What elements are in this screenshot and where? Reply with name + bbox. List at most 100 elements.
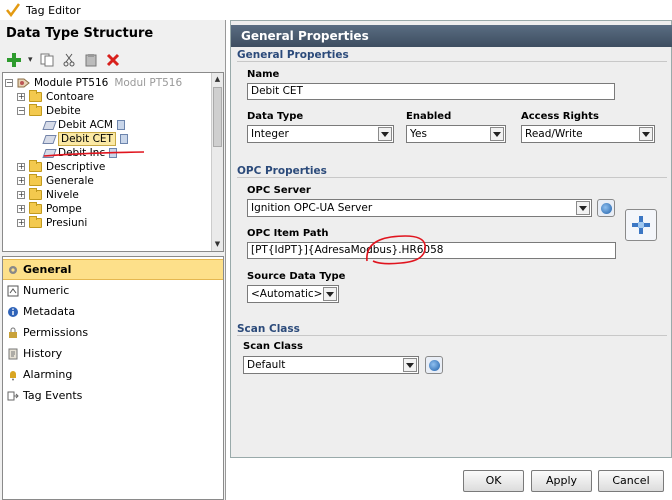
tree-item-label: Debite <box>46 104 81 117</box>
nav-item-alarming[interactable]: Alarming <box>3 364 223 385</box>
expand-icon[interactable]: + <box>17 190 25 199</box>
enabled-select[interactable]: Yes <box>406 125 506 143</box>
chevron-down-icon[interactable] <box>639 127 653 141</box>
browse-crosshair-icon <box>632 216 650 234</box>
collapse-icon[interactable]: − <box>17 106 25 115</box>
chevron-down-icon[interactable] <box>490 127 504 141</box>
left-pane: Data Type Structure ▾ − Module PT516 Mod… <box>0 20 226 500</box>
ok-button-label: OK <box>485 474 502 487</box>
nav-item-permissions[interactable]: Permissions <box>3 322 223 343</box>
tree-item-label: Generale <box>46 174 94 187</box>
tree-item-folder[interactable]: + Contoare <box>17 89 94 103</box>
scan-class-select[interactable]: Default <box>243 356 419 374</box>
data-type-select[interactable]: Integer <box>247 125 394 143</box>
scroll-up-icon[interactable]: ▲ <box>213 74 222 84</box>
history-icon <box>7 348 19 360</box>
name-label: Name <box>247 69 280 80</box>
opc-item-path-field[interactable]: [PT{IdPT}]{AdresaModbus}.HR6058 <box>247 242 616 259</box>
data-type-label: Data Type <box>247 111 304 122</box>
opc-server-select[interactable]: Ignition OPC-UA Server <box>247 199 592 217</box>
numeric-icon <box>7 285 19 297</box>
ok-button[interactable]: OK <box>463 470 524 492</box>
scan-class-label: Scan Class <box>243 341 303 352</box>
nav-item-tag-events[interactable]: Tag Events <box>3 385 223 406</box>
tree-item-label: Presiuni <box>46 216 88 229</box>
collapse-icon[interactable]: − <box>5 78 13 87</box>
expand-icon[interactable]: + <box>17 218 25 227</box>
nav-item-numeric[interactable]: Numeric <box>3 280 223 301</box>
tree-item-folder[interactable]: + Generale <box>17 173 94 187</box>
source-data-type-label: Source Data Type <box>247 271 346 282</box>
udt-gear-icon <box>17 77 30 88</box>
tag-icon <box>43 120 55 130</box>
opc-server-refresh-button[interactable] <box>597 199 615 217</box>
tree-item-folder[interactable]: + Nivele <box>17 187 79 201</box>
copy-icon[interactable] <box>39 52 55 68</box>
nav-item-label: History <box>23 347 63 360</box>
tree-toolbar: ▾ <box>6 50 121 70</box>
add-dropdown-icon[interactable]: ▾ <box>28 55 33 65</box>
chevron-down-icon[interactable] <box>576 201 590 215</box>
tree-item-sublabel: Modul PT516 <box>114 76 183 89</box>
nav-item-metadata[interactable]: Metadata <box>3 301 223 322</box>
tree-item-folder[interactable]: + Presiuni <box>17 215 88 229</box>
expand-icon[interactable]: + <box>17 204 25 213</box>
source-data-type-select[interactable]: <Automatic> <box>247 285 339 303</box>
chevron-down-icon[interactable] <box>403 358 417 372</box>
add-icon[interactable] <box>6 52 22 68</box>
tree-item-folder[interactable]: − Debite <box>17 103 81 117</box>
tree-item-folder[interactable]: + Descriptive <box>17 159 105 173</box>
access-rights-value: Read/Write <box>525 128 583 140</box>
data-type-value: Integer <box>251 128 289 140</box>
tree-item-label: Debit Inc <box>58 146 106 159</box>
delete-icon[interactable] <box>105 52 121 68</box>
nav-item-label: General <box>23 263 72 276</box>
cancel-button-label: Cancel <box>612 474 650 487</box>
expand-icon[interactable]: + <box>17 92 25 101</box>
globe-icon <box>428 359 440 371</box>
tag-icon <box>43 148 55 158</box>
tree-item-folder[interactable]: + Pompe <box>17 201 82 215</box>
window-title: Tag Editor <box>26 3 81 17</box>
scroll-down-icon[interactable]: ▼ <box>213 239 222 249</box>
apply-button[interactable]: Apply <box>531 470 592 492</box>
paste-icon[interactable] <box>83 52 99 68</box>
document-icon <box>119 133 128 144</box>
properties-pane: General Properties General Properties Na… <box>230 20 672 458</box>
section-scan-title: Scan Class <box>237 323 300 335</box>
tag-tree[interactable]: − Module PT516 Modul PT516 + Contoare − … <box>2 72 224 252</box>
expand-icon[interactable]: + <box>17 162 25 171</box>
tree-item-module[interactable]: − Module PT516 Modul PT516 <box>5 76 182 89</box>
title-bar: Tag Editor <box>0 0 672 20</box>
gear-icon <box>7 264 19 276</box>
nav-item-general[interactable]: General <box>3 259 223 280</box>
property-category-list: General Numeric Metadata Permissions His… <box>2 256 224 500</box>
tree-item-tag[interactable]: Debit Inc <box>43 146 118 159</box>
chevron-down-icon[interactable] <box>378 127 392 141</box>
tree-item-label: Debit ACM <box>58 118 113 131</box>
expand-icon[interactable]: + <box>17 176 25 185</box>
tree-vertical-scrollbar[interactable]: ▲ ▼ <box>211 73 223 251</box>
scroll-thumb[interactable] <box>213 87 222 147</box>
tree-item-label: Module PT516 <box>34 76 109 89</box>
nav-item-label: Permissions <box>23 326 89 339</box>
cancel-button[interactable]: Cancel <box>598 470 664 492</box>
tree-item-label: Pompe <box>46 202 82 215</box>
folder-icon <box>29 89 42 102</box>
cut-icon[interactable] <box>61 52 77 68</box>
tree-item-tag-selected[interactable]: Debit CET <box>43 131 128 146</box>
tree-item-tag[interactable]: Debit ACM <box>43 118 125 131</box>
browse-opc-button[interactable] <box>625 209 657 241</box>
access-rights-select[interactable]: Read/Write <box>521 125 655 143</box>
section-general-title: General Properties <box>237 49 349 61</box>
chevron-down-icon[interactable] <box>323 287 337 301</box>
tree-item-label: Nivele <box>46 188 79 201</box>
name-field[interactable]: Debit CET <box>247 83 615 100</box>
nav-item-history[interactable]: History <box>3 343 223 364</box>
enabled-value: Yes <box>410 128 427 140</box>
nav-item-label: Tag Events <box>23 389 83 402</box>
folder-icon <box>29 187 42 200</box>
lock-icon <box>7 327 19 339</box>
info-icon <box>7 306 19 318</box>
scan-class-refresh-button[interactable] <box>425 356 443 374</box>
